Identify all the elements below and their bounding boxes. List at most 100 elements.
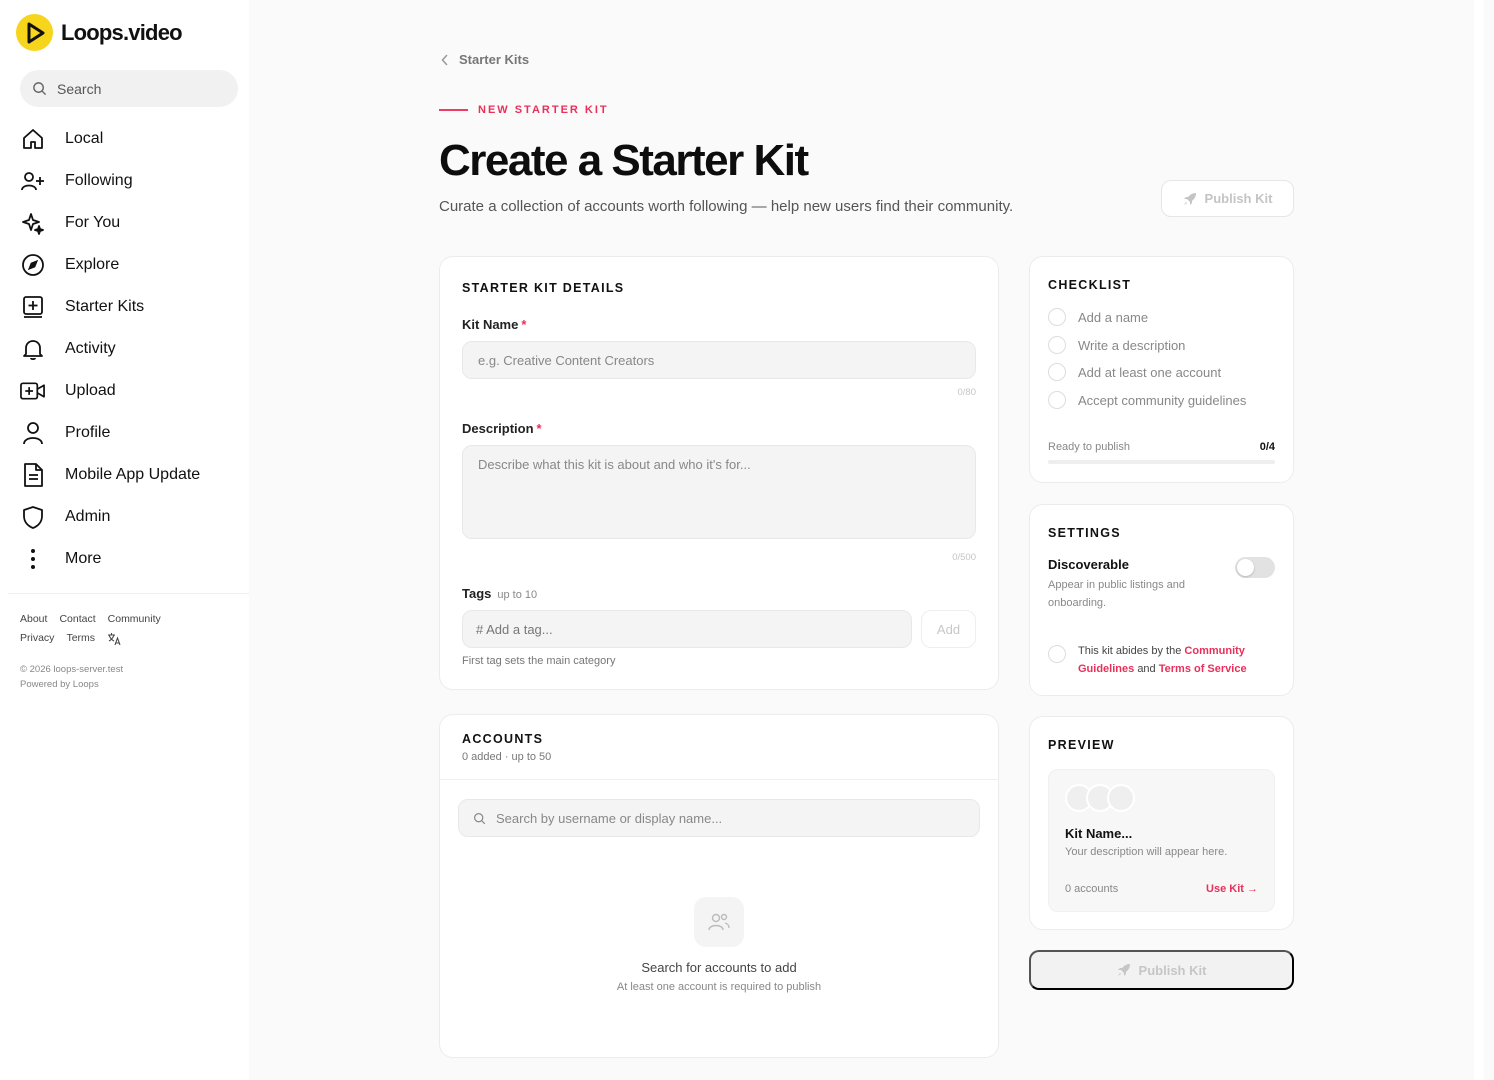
sidebar-item-activity[interactable]: Activity <box>0 328 249 370</box>
ready-label: Ready to publish <box>1048 441 1130 453</box>
search-icon <box>474 812 486 824</box>
tag-placeholder: # Add a tag... <box>476 622 553 637</box>
checklist-heading: CHECKLIST <box>1048 278 1132 292</box>
bell-icon <box>20 337 45 362</box>
sidebar-item-label: Admin <box>65 508 111 525</box>
kit-name-input[interactable]: e.g. Creative Content Creators <box>462 341 976 379</box>
footer-terms-link[interactable]: Terms <box>66 629 95 648</box>
account-search-placeholder: Search by username or display name... <box>496 810 723 826</box>
preview-kit-description: Your description will appear here. <box>1065 846 1228 858</box>
footer-contact-link[interactable]: Contact <box>59 613 95 625</box>
sidebar-item-upload[interactable]: Upload <box>0 370 249 412</box>
description-placeholder: Describe what this kit is about and who … <box>478 457 751 472</box>
agree-checkbox[interactable] <box>1048 645 1066 663</box>
sidebar-item-admin[interactable]: Admin <box>0 496 249 538</box>
plus-square-icon <box>20 295 45 320</box>
breadcrumb[interactable]: Starter Kits <box>441 52 529 67</box>
avatar <box>1107 784 1135 812</box>
checklist-progress-text: 0/4 <box>1259 441 1275 453</box>
sidebar-item-local[interactable]: Local <box>0 118 249 160</box>
sidebar-nav: Local Following For You Explore Starter … <box>0 118 249 580</box>
page-subtitle: Curate a collection of accounts worth fo… <box>439 198 1014 215</box>
user-icon <box>20 421 45 446</box>
tags-limit: up to 10 <box>497 589 538 601</box>
app-name: Loops.video <box>61 19 183 45</box>
sidebar-item-profile[interactable]: Profile <box>0 412 249 454</box>
details-card: STARTER KIT DETAILS Kit Name * e.g. Creat… <box>439 256 999 690</box>
video-plus-icon <box>20 379 45 404</box>
sidebar-item-label: Upload <box>65 382 116 399</box>
footer-about-link[interactable]: About <box>20 613 47 625</box>
footer-privacy-link[interactable]: Privacy <box>20 629 54 648</box>
footer-community-link[interactable]: Community <box>108 613 161 625</box>
empty-state-title: Search for accounts to add <box>641 960 797 975</box>
sidebar-item-label: Mobile App Update <box>65 466 201 483</box>
footer-links: About Contact Community Privacy Terms <box>20 610 173 648</box>
home-icon <box>20 127 45 152</box>
checklist-progress-bar <box>1048 460 1275 464</box>
sidebar-item-starter-kits[interactable]: Starter Kits <box>0 286 249 328</box>
breadcrumb-label: Starter Kits <box>459 52 530 67</box>
publish-kit-label: Publish Kit <box>1138 962 1207 978</box>
use-kit-link[interactable]: Use Kit → <box>1206 883 1258 895</box>
sidebar-item-label: Explore <box>65 256 120 273</box>
sidebar-item-label: Local <box>65 130 104 147</box>
sidebar-item-label: For You <box>65 214 121 231</box>
page-title: Create a Starter Kit <box>439 136 809 185</box>
accounts-count: 0 added · up to 50 <box>462 751 552 763</box>
sidebar-search[interactable]: Search <box>20 70 238 107</box>
sidebar-item-label: More <box>65 550 102 567</box>
translate-icon[interactable] <box>107 632 121 646</box>
accounts-card: ACCOUNTS 0 added · up to 50 Search by us… <box>439 714 999 1058</box>
discoverable-toggle[interactable] <box>1235 557 1275 578</box>
chevron-left-icon <box>441 53 448 66</box>
settings-card: SETTINGS Discoverable Appear in public l… <box>1029 504 1294 696</box>
powered-by-text: Powered by Loops <box>20 679 99 690</box>
sparkles-icon <box>20 211 45 236</box>
shield-icon <box>20 505 45 530</box>
add-tag-button[interactable]: Add <box>921 610 976 648</box>
preview-account-count: 0 accounts <box>1065 883 1119 895</box>
kit-name-counter: 0/80 <box>957 387 977 398</box>
description-textarea[interactable]: Describe what this kit is about and who … <box>462 445 976 539</box>
eyebrow-line <box>439 109 468 111</box>
sidebar-item-for-you[interactable]: For You <box>0 202 249 244</box>
loops-logo-icon <box>16 14 53 51</box>
rocket-icon <box>1117 964 1130 976</box>
terms-of-service-link[interactable]: Terms of Service <box>1159 663 1247 675</box>
checklist-item-description: Write a description <box>1048 336 1185 354</box>
agree-and: and <box>1137 663 1156 675</box>
sidebar-item-label: Activity <box>65 340 116 357</box>
checklist-item-account: Add at least one account <box>1048 363 1221 381</box>
logo[interactable]: Loops.video <box>16 14 183 51</box>
sidebar-divider <box>8 593 249 594</box>
kit-name-placeholder: e.g. Creative Content Creators <box>478 353 655 368</box>
sidebar-item-mobile-app-update[interactable]: Mobile App Update <box>0 454 249 496</box>
sidebar: Loops.video Search Local Following For Y… <box>0 0 249 1080</box>
sidebar-item-explore[interactable]: Explore <box>0 244 249 286</box>
empty-state-icon-box <box>694 897 744 947</box>
tag-input[interactable]: # Add a tag... <box>462 610 912 648</box>
description-label: Description * <box>462 421 542 436</box>
sidebar-item-label: Following <box>65 172 133 189</box>
publish-kit-button-top[interactable]: Publish Kit <box>1161 180 1294 217</box>
preview-heading: PREVIEW <box>1048 738 1115 752</box>
search-placeholder: Search <box>57 80 102 97</box>
agree-text: This kit abides by the Community Guideli… <box>1078 642 1278 678</box>
accounts-heading: ACCOUNTS <box>462 732 544 746</box>
description-counter: 0/500 <box>952 552 976 563</box>
checklist-card: CHECKLIST Add a name Write a description… <box>1029 256 1294 483</box>
publish-kit-button-bottom[interactable]: Publish Kit <box>1029 950 1294 990</box>
sidebar-item-following[interactable]: Following <box>0 160 249 202</box>
account-search-input[interactable]: Search by username or display name... <box>458 799 980 837</box>
check-circle <box>1048 308 1066 326</box>
check-circle <box>1048 336 1066 354</box>
accounts-divider <box>440 779 998 780</box>
toggle-knob <box>1237 559 1254 576</box>
details-heading: STARTER KIT DETAILS <box>462 281 625 295</box>
sidebar-item-more[interactable]: More <box>0 538 249 580</box>
footer-meta: © 2026 loops-server.test Powered by Loop… <box>20 662 123 692</box>
document-icon <box>20 463 45 488</box>
right-rail <box>1474 0 1484 1080</box>
discoverable-label: Discoverable <box>1048 557 1129 572</box>
